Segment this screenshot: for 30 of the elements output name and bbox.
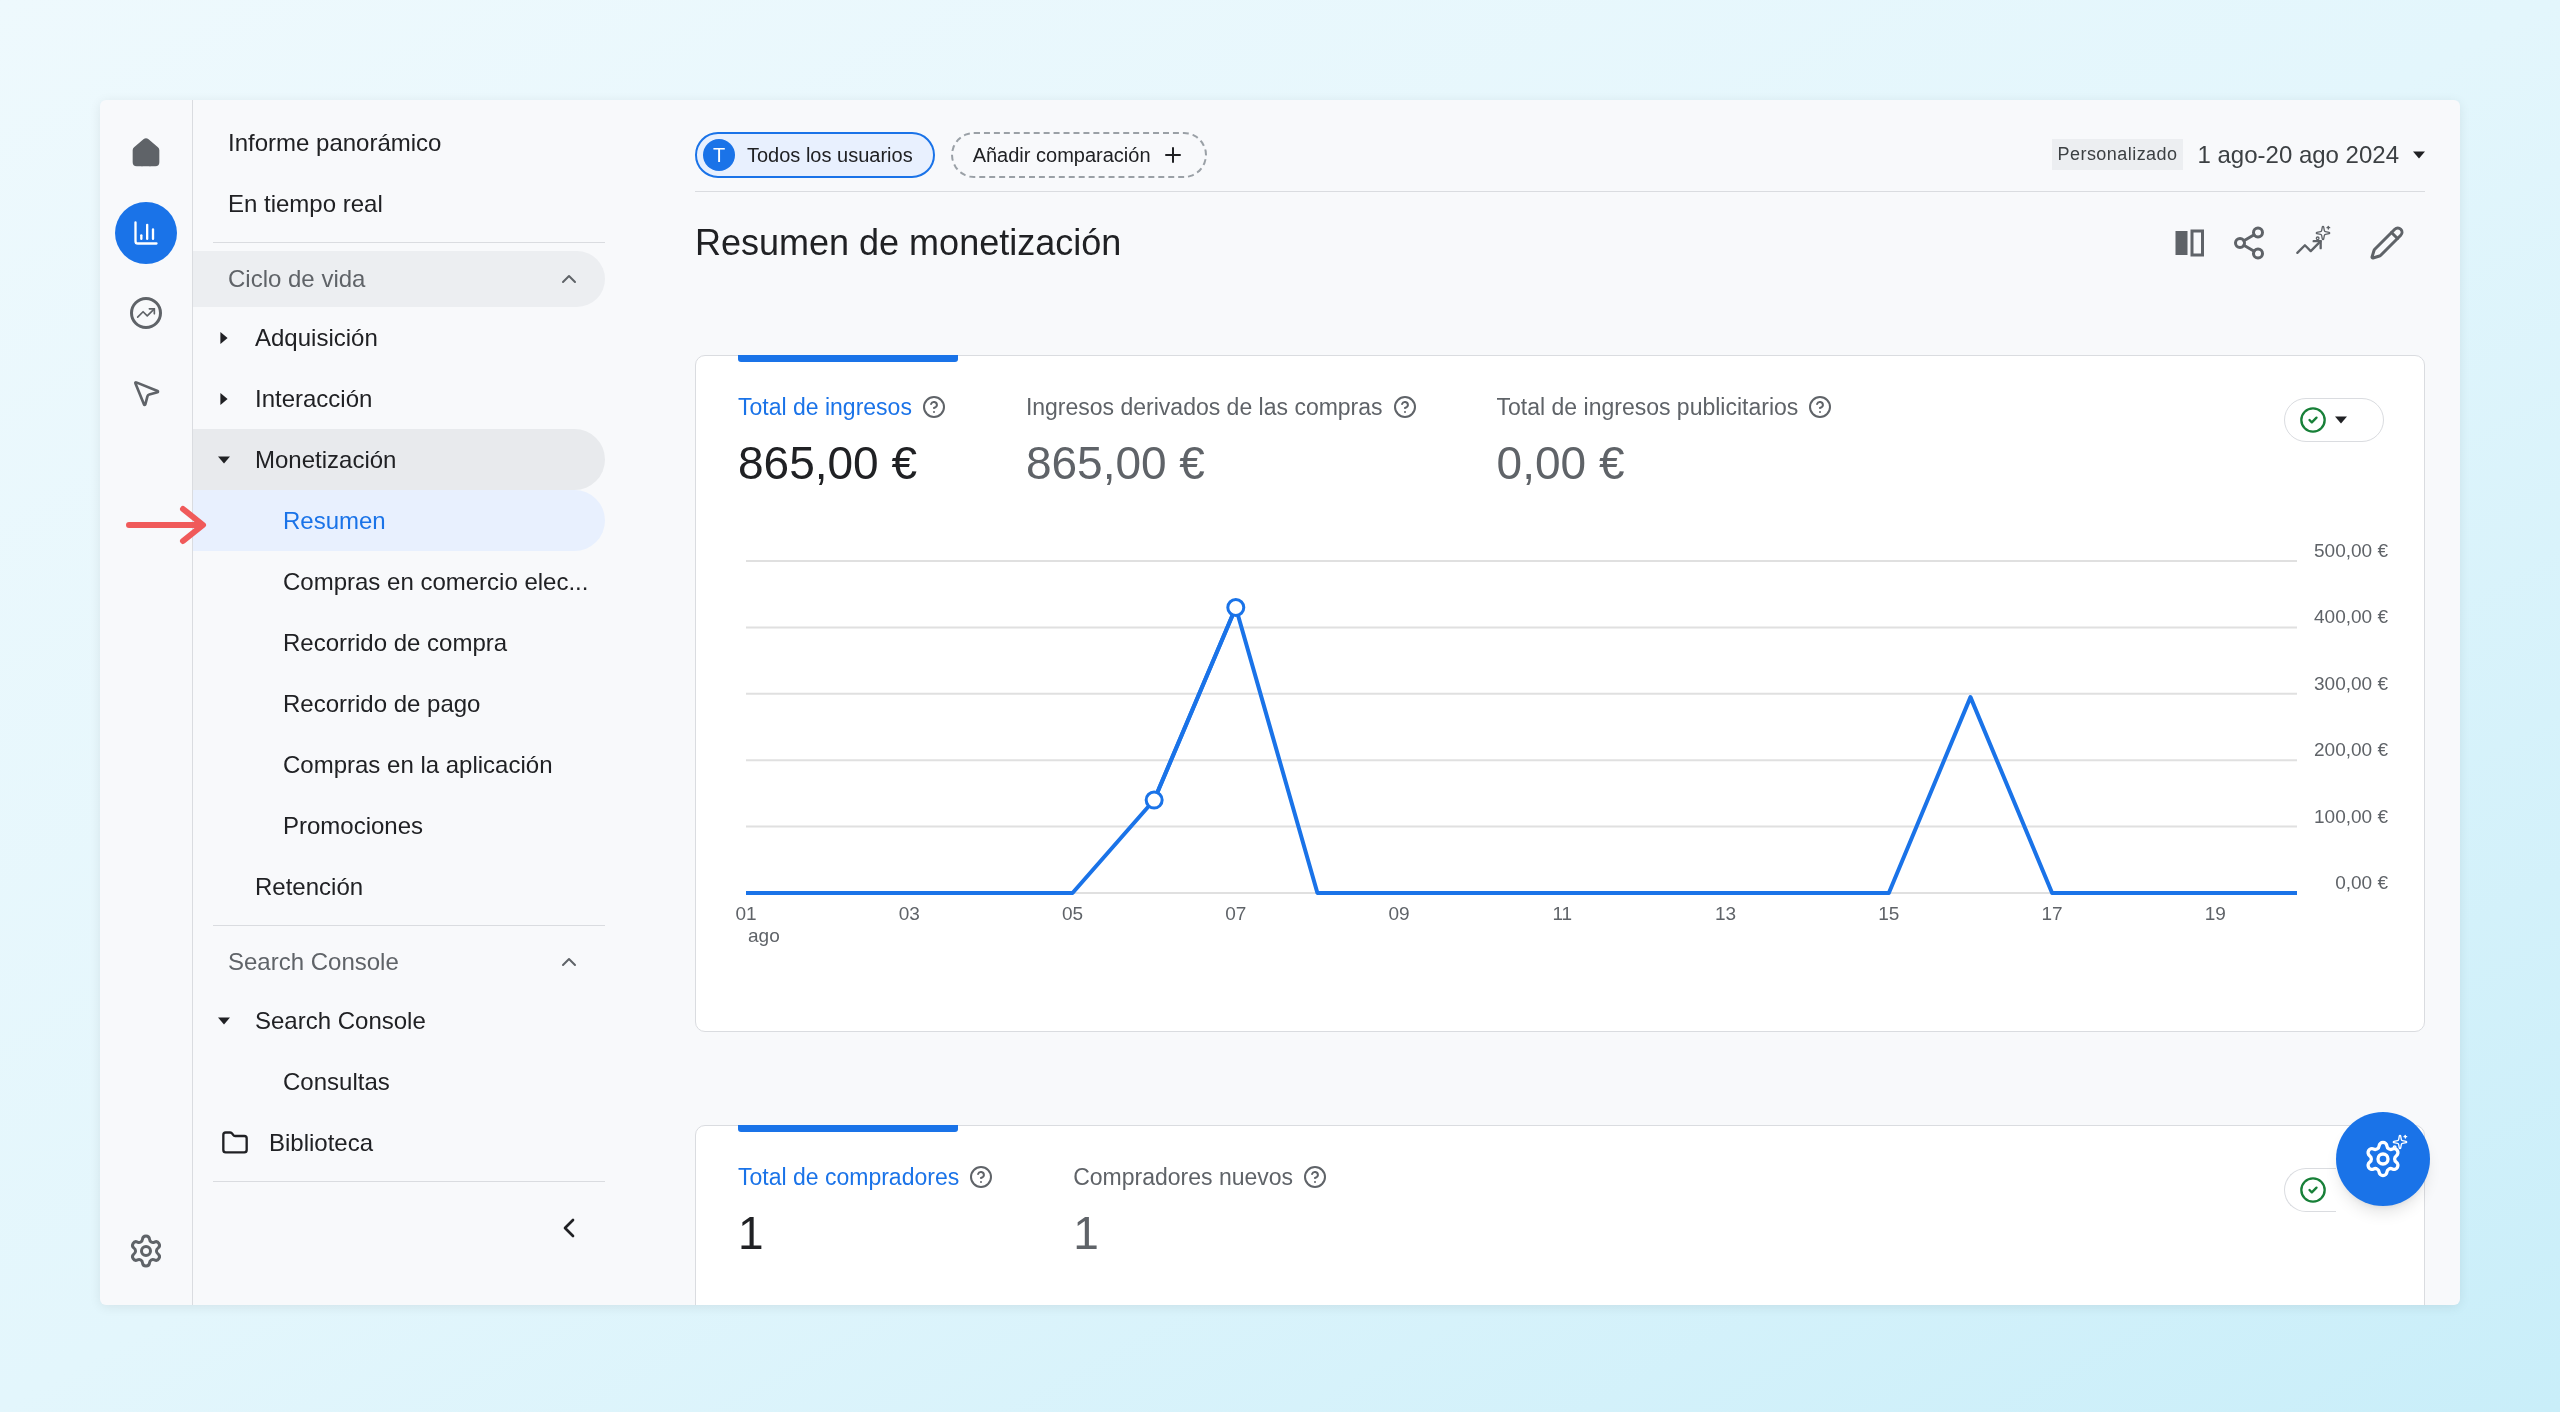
x-tick-label: 07 xyxy=(1225,902,1247,924)
x-tick-label: 03 xyxy=(898,902,920,924)
x-tick-label: 11 xyxy=(1552,902,1573,924)
month-label: ago xyxy=(748,924,780,946)
x-tick-label: 15 xyxy=(1878,902,1900,924)
x-tick-label: 09 xyxy=(1388,902,1410,924)
y-tick-label: 100,00 € xyxy=(2314,805,2388,827)
metric-value: 0,00 € xyxy=(1496,435,1626,491)
metric-value: 865,00 € xyxy=(1025,435,1206,491)
y-tick-label: 200,00 € xyxy=(2314,738,2388,760)
y-tick-label: 400,00 € xyxy=(2314,605,2388,627)
nav-label: Search Console xyxy=(255,1005,426,1036)
y-tick-label: 0,00 € xyxy=(2335,871,2388,893)
metric-value: 1 xyxy=(1073,1205,1100,1261)
x-tick-label: 13 xyxy=(1715,902,1737,924)
metric-value: 865,00 € xyxy=(738,435,919,491)
y-tick-label: 300,00 € xyxy=(2314,672,2388,694)
nav-label: Interacción xyxy=(255,383,373,414)
nav-label: Retención xyxy=(255,871,364,902)
nav-label: Adquisición xyxy=(255,322,378,353)
avatar-initial: T xyxy=(703,138,735,171)
nav-label: Monetización xyxy=(255,444,397,475)
x-tick-label: 01 xyxy=(735,902,757,924)
metric-value: 1 xyxy=(738,1205,765,1261)
x-tick-label: 05 xyxy=(1061,902,1084,924)
page-title: Resumen de monetización xyxy=(695,221,1122,265)
x-tick-label: 17 xyxy=(2041,902,2063,924)
date-type-label: Personalizado xyxy=(2051,139,2184,170)
x-tick-label: 19 xyxy=(2204,902,2226,924)
y-tick-label: 500,00 € xyxy=(2314,539,2388,561)
